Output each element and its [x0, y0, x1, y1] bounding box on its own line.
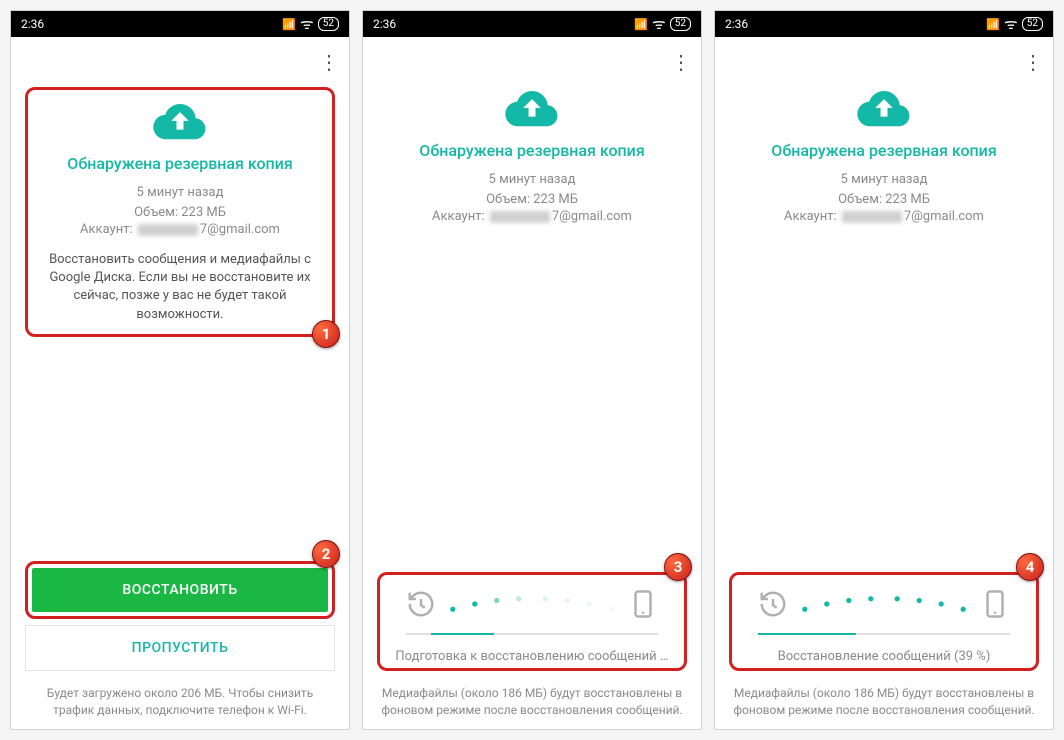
transfer-dots: [796, 594, 972, 614]
backup-time: 5 минут назад: [34, 183, 326, 203]
phone-icon: [980, 589, 1010, 619]
backup-time: 5 минут назад: [377, 170, 687, 190]
footer-note: Медиафайлы (около 186 МБ) будут восстано…: [729, 685, 1039, 719]
transfer-dots: [444, 594, 620, 614]
history-icon: [406, 589, 436, 619]
backup-size: Объем: 223 МБ: [34, 203, 326, 223]
cloud-upload-icon: [504, 87, 560, 127]
wifi-icon: [1004, 14, 1018, 34]
transfer-row: [740, 589, 1028, 619]
history-icon: [758, 589, 788, 619]
signal-icon: [986, 17, 1000, 31]
backup-time: 5 минут назад: [729, 170, 1039, 190]
backup-size: Объем: 223 МБ: [729, 190, 1039, 210]
progress-panel: 3 Подготовка к восстановлению сообщений …: [377, 572, 687, 671]
backup-account: Аккаунт: 7@gmail.com: [377, 209, 687, 224]
status-time: 2:36: [725, 17, 748, 31]
top-bar: ⋮: [11, 37, 349, 87]
backup-title: Обнаружена резервная копия: [34, 154, 326, 173]
wifi-icon: [652, 14, 666, 34]
backup-title: Обнаружена резервная копия: [729, 141, 1039, 160]
backup-found-panel: Обнаружена резервная копия 5 минут назад…: [729, 87, 1039, 224]
footer-note: Будет загружено около 206 МБ. Чтобы сниз…: [25, 685, 335, 719]
progress-panel: 4 Восстановление сообщений (39 %): [729, 572, 1039, 671]
top-bar: ⋮: [715, 37, 1053, 87]
restore-button-highlight: ВОССТАНОВИТЬ 2: [25, 561, 335, 619]
status-bar: 2:36 52: [363, 11, 701, 37]
more-icon[interactable]: ⋮: [319, 52, 339, 72]
callout-badge-1: 1: [312, 320, 340, 348]
restore-description: Восстановить сообщения и медиафайлы с Go…: [34, 251, 326, 324]
backup-found-panel: Обнаружена резервная копия 5 минут назад…: [25, 87, 335, 337]
backup-account: Аккаунт: 7@gmail.com: [729, 209, 1039, 224]
battery-indicator: 52: [670, 17, 691, 31]
backup-found-panel: Обнаружена резервная копия 5 минут назад…: [377, 87, 687, 224]
phone-icon: [628, 589, 658, 619]
backup-size: Объем: 223 МБ: [377, 190, 687, 210]
account-blur: [490, 211, 550, 223]
phone-screen-2: 2:36 52 ⋮ Обнаружена резервная копия 5 м…: [362, 10, 702, 730]
progress-bar: [758, 633, 1010, 635]
callout-badge-2: 2: [312, 540, 340, 568]
progress-text: Подготовка к восстановлению сообщений …: [388, 649, 676, 664]
wifi-icon: [300, 14, 314, 34]
more-icon[interactable]: ⋮: [671, 52, 691, 72]
account-blur: [842, 211, 902, 223]
cloud-upload-icon: [152, 100, 208, 140]
status-time: 2:36: [21, 17, 44, 31]
status-time: 2:36: [373, 17, 396, 31]
account-blur: [138, 224, 198, 236]
status-bar: 2:36 52: [11, 11, 349, 37]
signal-icon: [282, 17, 296, 31]
skip-button[interactable]: ПРОПУСТИТЬ: [25, 625, 335, 671]
transfer-row: [388, 589, 676, 619]
battery-indicator: 52: [318, 17, 339, 31]
status-bar: 2:36 52: [715, 11, 1053, 37]
phone-screen-1: 2:36 52 ⋮ Обнаружена резервная копия 5 м…: [10, 10, 350, 730]
signal-icon: [634, 17, 648, 31]
progress-bar: [406, 633, 658, 635]
cloud-upload-icon: [856, 87, 912, 127]
callout-badge-4: 4: [1016, 553, 1044, 581]
more-icon[interactable]: ⋮: [1023, 52, 1043, 72]
phone-screen-3: 2:36 52 ⋮ Обнаружена резервная копия 5 м…: [714, 10, 1054, 730]
battery-indicator: 52: [1022, 17, 1043, 31]
footer-note: Медиафайлы (около 186 МБ) будут восстано…: [377, 685, 687, 719]
progress-text: Восстановление сообщений (39 %): [740, 649, 1028, 664]
callout-badge-3: 3: [664, 553, 692, 581]
backup-account: Аккаунт: 7@gmail.com: [34, 222, 326, 237]
top-bar: ⋮: [363, 37, 701, 87]
backup-title: Обнаружена резервная копия: [377, 141, 687, 160]
restore-button[interactable]: ВОССТАНОВИТЬ: [32, 568, 328, 612]
